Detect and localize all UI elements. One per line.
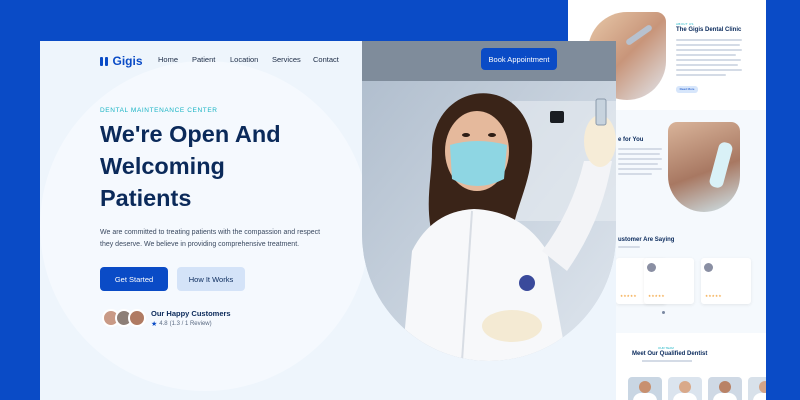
- rating-value: 4.8: [159, 321, 168, 327]
- brand-name: Gigis: [112, 54, 143, 68]
- hero-kicker: DENTAL MAINTENANCE CENTER: [100, 107, 218, 114]
- star-icon: ★: [151, 321, 158, 328]
- text-line: [676, 69, 742, 71]
- dentist-card: [748, 377, 766, 400]
- customers-rating: ★ 4.8 (1.3 / 1 Review): [151, 320, 212, 328]
- text-line: [676, 54, 736, 56]
- hero-headline-line-1: We're Open And: [100, 121, 281, 147]
- hero-headline-line-3: Patients: [100, 185, 192, 211]
- nav-contact[interactable]: Contact: [313, 55, 339, 64]
- nav-home[interactable]: Home: [158, 55, 178, 64]
- text-line: [642, 360, 692, 362]
- testimonial-card: ★★★★★: [644, 258, 694, 304]
- read-more-button[interactable]: Read More: [676, 86, 698, 93]
- care-image: [668, 122, 740, 212]
- text-line: [618, 173, 652, 175]
- text-line: [676, 74, 726, 76]
- text-line: [618, 148, 662, 150]
- hero-headline-line-2: Welcoming: [100, 153, 225, 179]
- text-line: [676, 39, 742, 41]
- dentist-card: [668, 377, 702, 400]
- text-line: [676, 64, 738, 66]
- how-it-works-button[interactable]: How It Works: [177, 267, 245, 291]
- brand-logo[interactable]: Gigis: [100, 54, 143, 68]
- text-line: [618, 246, 640, 248]
- text-line: [676, 59, 741, 61]
- hero-paragraph-line-1: We are committed to treating patients wi…: [100, 229, 321, 236]
- rating-reviews: (1.3 / 1 Review): [169, 321, 212, 327]
- text-line: [618, 158, 662, 160]
- text-line: [676, 44, 740, 46]
- dentist-illustration: [362, 41, 616, 361]
- dentist-card: [708, 377, 742, 400]
- about-title: The Gigis Dental Clinic: [676, 27, 742, 33]
- landing-page: Gigis Home Patient Location Services Con…: [40, 41, 616, 400]
- logo-icon: [100, 56, 108, 66]
- reviewer-avatar: [704, 263, 713, 272]
- avatar: [128, 309, 146, 327]
- testimonials-title: ustomer Are Saying: [618, 237, 675, 243]
- text-line: [618, 168, 662, 170]
- customers-title: Our Happy Customers: [151, 309, 231, 318]
- hero-paragraph-line-2: they deserve. We believe in providing co…: [100, 241, 300, 248]
- team-kicker: OUR TEAM: [658, 346, 674, 350]
- book-appointment-button[interactable]: Book Appointment: [481, 48, 557, 70]
- nav-patient[interactable]: Patient: [192, 55, 215, 64]
- get-started-button[interactable]: Get Started: [100, 267, 168, 291]
- nav-location[interactable]: Location: [230, 55, 258, 64]
- nav-services[interactable]: Services: [272, 55, 301, 64]
- hero-photo: [362, 41, 616, 361]
- customer-avatars: [102, 309, 146, 329]
- text-line: [618, 153, 660, 155]
- text-line: [618, 163, 658, 165]
- about-kicker: ABOUT US: [676, 22, 694, 26]
- reviewer-avatar: [647, 263, 656, 272]
- dentist-card: [628, 377, 662, 400]
- text-line: [676, 49, 742, 51]
- care-title: e for You: [618, 137, 644, 143]
- testimonial-card: ★★★★★: [701, 258, 751, 304]
- carousel-dot[interactable]: [662, 311, 665, 314]
- team-title: Meet Our Qualified Dentist: [632, 351, 708, 357]
- rating-stars: ★★★★★: [620, 294, 637, 298]
- rating-stars: ★★★★★: [648, 294, 665, 298]
- rating-stars: ★★★★★: [705, 294, 722, 298]
